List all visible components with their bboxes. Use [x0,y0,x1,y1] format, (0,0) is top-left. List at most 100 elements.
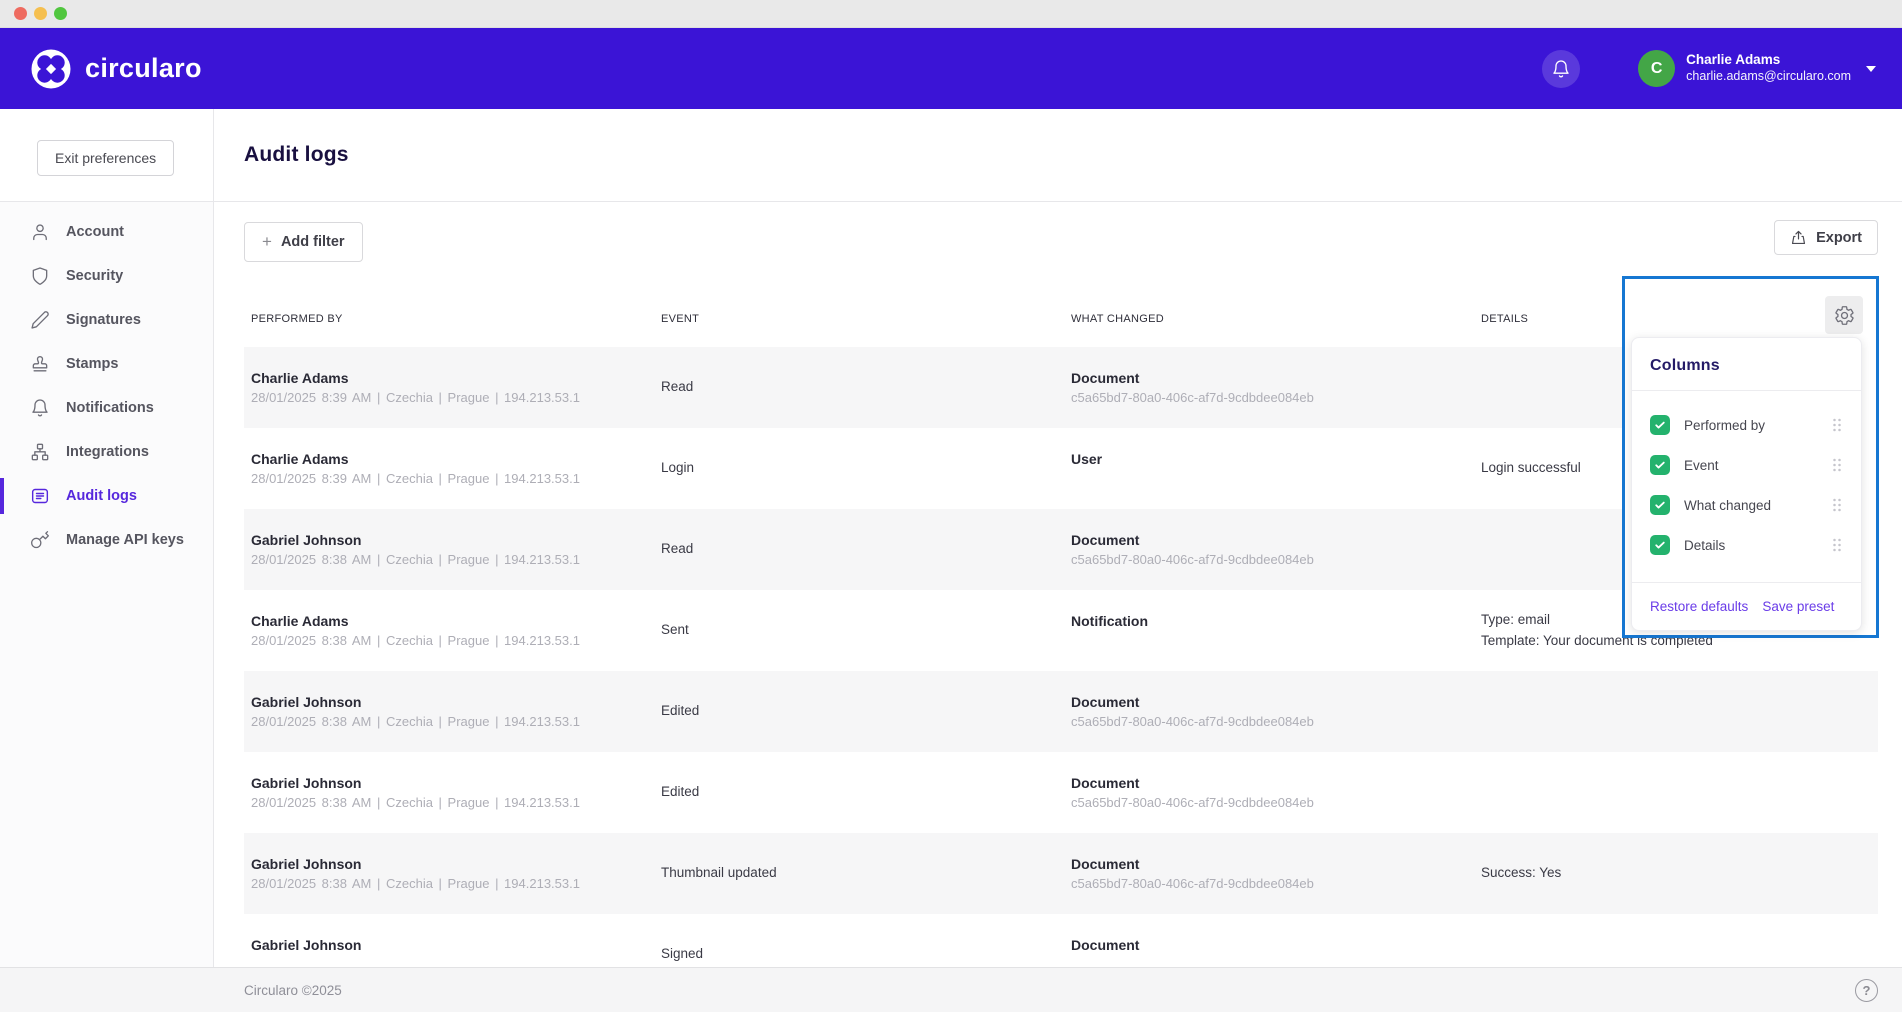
add-filter-button[interactable]: + Add filter [244,222,363,262]
what-changed-id: c5a65bd7-80a0-406c-af7d-9cdbdee084eb [1071,876,1474,891]
event-cell: Edited [654,671,1064,752]
notifications-button[interactable] [1542,50,1580,88]
what-changed-type: Document [1071,775,1474,791]
brand-logo[interactable]: circularo [30,48,202,90]
close-window-button[interactable] [14,7,27,20]
performed-by-meta: 28/01/2025 8:39 AM | Czechia | Prague | … [251,390,654,405]
sidebar-item-label: Signatures [66,312,141,328]
upload-icon [1790,229,1807,246]
chevron-down-icon[interactable] [1866,66,1876,72]
sidebar-item-signatures[interactable]: Signatures [0,298,213,342]
columns-card: Columns Performed by Event [1631,337,1862,631]
avatar[interactable]: C [1638,50,1675,87]
drag-handle-icon[interactable] [1831,497,1843,513]
what-changed-type: Document [1071,532,1474,548]
column-header-event: EVENT [654,313,1064,325]
restore-defaults-link[interactable]: Restore defaults [1650,599,1748,614]
save-preset-link[interactable]: Save preset [1762,599,1834,614]
sidebar-item-audit-logs[interactable]: Audit logs [0,474,213,518]
what-changed-type: Document [1071,856,1474,872]
sidebar-item-notifications[interactable]: Notifications [0,386,213,430]
page-footer: Circularo ©2025 ? [0,967,1902,1012]
sidebar-item-label: Notifications [66,400,154,416]
performed-by-name: Charlie Adams [251,613,654,629]
sidebar-top: Exit preferences [0,109,213,202]
details-cell: Success: Yes [1474,833,1878,914]
minimize-window-button[interactable] [34,7,47,20]
event-cell: Read [654,347,1064,428]
sidebar-item-label: Audit logs [66,488,137,504]
drag-handle-icon[interactable] [1831,537,1843,553]
sidebar-item-integrations[interactable]: Integrations [0,430,213,474]
performed-by-name: Gabriel Johnson [251,856,654,872]
event-cell: Login [654,428,1064,509]
key-icon [30,530,50,550]
sidebar-item-account[interactable]: Account [0,210,213,254]
columns-title: Columns [1632,338,1861,391]
sidebar-item-label: Account [66,224,124,240]
event-cell: Read [654,509,1064,590]
what-changed-id: c5a65bd7-80a0-406c-af7d-9cdbdee084eb [1071,390,1474,405]
what-changed-id [1071,633,1474,648]
table-row: Gabriel Johnson 28/01/2025 8:38 AM | Cze… [244,752,1878,833]
column-header-what-changed: WHAT CHANGED [1064,313,1474,325]
stamp-icon [30,354,50,374]
table-row: Gabriel Johnson 28/01/2025 8:38 AM | Cze… [244,833,1878,914]
sitemap-icon [30,442,50,462]
sidebar-item-label: Integrations [66,444,149,460]
column-option-row: Performed by [1632,405,1861,445]
sidebar-item-label: Security [66,268,123,284]
table-row: Gabriel Johnson 28/01/2025 8:38 AM | Cze… [244,671,1878,752]
sidebar-item-manage-api-keys[interactable]: Manage API keys [0,518,213,562]
checkbox-checked-icon[interactable] [1650,455,1670,475]
what-changed-id: c5a65bd7-80a0-406c-af7d-9cdbdee084eb [1071,795,1474,810]
sidebar-item-security[interactable]: Security [0,254,213,298]
exit-preferences-button[interactable]: Exit preferences [37,140,174,176]
event-cell: Sent [654,590,1064,671]
column-header-performed-by: PERFORMED BY [244,313,654,325]
event-cell: Thumbnail updated [654,833,1064,914]
help-button[interactable]: ? [1855,979,1878,1002]
performed-by-name: Charlie Adams [251,370,654,386]
maximize-window-button[interactable] [54,7,67,20]
circularo-clover-icon [30,48,72,90]
performed-by-name: Gabriel Johnson [251,775,654,791]
user-name: Charlie Adams [1686,52,1851,69]
performed-by-name: Gabriel Johnson [251,937,654,953]
window-titlebar [0,0,1902,28]
what-changed-type: User [1071,451,1474,467]
export-button[interactable]: Export [1774,220,1878,255]
export-label: Export [1816,230,1862,246]
what-changed-id: c5a65bd7-80a0-406c-af7d-9cdbdee084eb [1071,552,1474,567]
performed-by-meta: 28/01/2025 8:38 AM | Czechia | Prague | … [251,795,654,810]
user-email: charlie.adams@circularo.com [1686,69,1851,85]
details-cell [1474,671,1878,752]
brand-name: circularo [85,53,202,84]
performed-by-meta: 28/01/2025 8:38 AM | Czechia | Prague | … [251,552,654,567]
details-cell [1474,752,1878,833]
checkbox-checked-icon[interactable] [1650,495,1670,515]
drag-handle-icon[interactable] [1831,457,1843,473]
column-settings-button[interactable] [1825,296,1863,334]
drag-handle-icon[interactable] [1831,417,1843,433]
plus-icon: + [262,232,272,252]
event-cell: Edited [654,752,1064,833]
performed-by-meta: 28/01/2025 8:39 AM | Czechia | Prague | … [251,471,654,486]
column-option-row: What changed [1632,485,1861,525]
app-header: circularo C Charlie Adams charlie.adams@… [0,28,1902,109]
user-menu[interactable]: Charlie Adams charlie.adams@circularo.co… [1686,52,1851,85]
checkbox-checked-icon[interactable] [1650,415,1670,435]
column-option-label: Event [1684,458,1719,473]
performed-by-meta: 28/01/2025 8:38 AM | Czechia | Prague | … [251,714,654,729]
copyright-text: Circularo ©2025 [244,983,342,998]
column-option-label: Performed by [1684,418,1765,433]
column-option-row: Details [1632,525,1861,565]
columns-popup: Columns Performed by Event [1622,276,1879,638]
sidebar-item-stamps[interactable]: Stamps [0,342,213,386]
sidebar-menu: Account Security Signatures Stamps [0,202,213,562]
column-option-label: Details [1684,538,1725,553]
checkbox-checked-icon[interactable] [1650,535,1670,555]
performed-by-meta: 28/01/2025 8:38 AM | Czechia | Prague | … [251,876,654,891]
add-filter-label: Add filter [281,234,345,250]
sidebar-item-label: Manage API keys [66,532,184,548]
